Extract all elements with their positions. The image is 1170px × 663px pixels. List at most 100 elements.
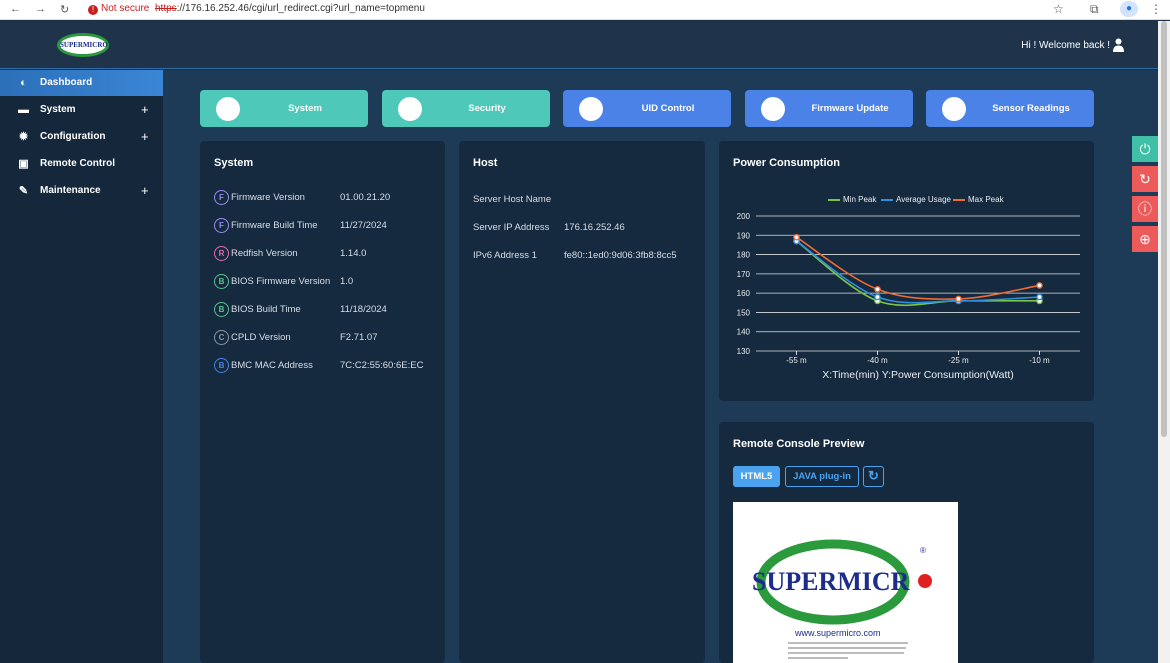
cpld-badge-icon: C [214, 330, 229, 345]
page-scrollbar[interactable] [1158, 21, 1170, 663]
dashboard-icon: ◐ [20, 77, 27, 89]
bmc-mac-address-row: B BMC MAC Address 7C:C2:55:60:6E:EC [214, 358, 444, 376]
data-point [955, 295, 962, 303]
bios-firmware-version-row: B BIOS Firmware Version 1.0 [214, 274, 444, 292]
x-tick-label: -55 m [786, 356, 807, 365]
y-tick-label: 160 [737, 289, 751, 298]
menu-icon[interactable]: ⋮ [1150, 2, 1162, 16]
remote-console-card: Remote Console Preview HTML5 JAVA plug-i… [719, 422, 1094, 663]
expand-icon[interactable]: + [141, 183, 149, 198]
x-tick-label: -40 m [867, 356, 888, 365]
terminal-icon: ▣ [18, 158, 29, 170]
supermicro-logo[interactable]: SUPERMICRO [57, 33, 109, 57]
java-plugin-button[interactable]: JAVA plug-in [785, 466, 859, 487]
host-card: Host Server Host Name Server IP Address … [459, 141, 705, 663]
system-card: System F Firmware Version 01.00.21.20 F … [200, 141, 445, 663]
firmware-version-row: F Firmware Version 01.00.21.20 [214, 190, 444, 208]
bmc-badge-icon: B [214, 358, 229, 373]
y-tick-label: 190 [737, 231, 751, 240]
y-tick-label: 170 [737, 270, 751, 279]
sidebar-item-dashboard[interactable]: ◐ Dashboard [0, 70, 163, 96]
splash-brand-text: SUPERMICR [752, 567, 910, 596]
console-card-title: Remote Console Preview [733, 438, 865, 450]
x-axis-title: X:Time(min) Y:Power Consumption(Watt) [822, 369, 1014, 381]
welcome-text: Hi ! Welcome back ! [1021, 40, 1110, 51]
refresh-icon[interactable]: ↻ [863, 466, 884, 487]
y-tick-label: 200 [737, 212, 751, 221]
globe-icon[interactable]: ⊕ [1132, 226, 1158, 252]
wrench-icon: ✎ [18, 185, 29, 197]
redfish-badge-icon: R [214, 246, 229, 261]
monitor-icon: ▬ [18, 104, 29, 116]
supermicro-splash-logo: SUPERMICR ® www.supermicro.com [752, 539, 932, 659]
warning-icon: ! [88, 5, 98, 15]
y-tick-label: 180 [737, 251, 751, 260]
firmware-badge-icon: F [214, 218, 229, 233]
registered-mark: ® [920, 546, 926, 555]
expand-icon[interactable]: + [141, 102, 149, 117]
sidebar: ◐ Dashboard ▬ System + ✹ Configuration +… [0, 70, 163, 663]
data-point [1036, 293, 1043, 301]
power-chart: 200 190 180 170 160 150 140 130 -55 m -40 m -25 m -… [737, 212, 1080, 381]
browser-toolbar: ← → ↻ ! Not secure https://176.16.252.46/… [0, 0, 1170, 20]
info-icon[interactable]: ⓘ [1132, 196, 1158, 222]
data-point [874, 293, 881, 301]
y-tick-label: 130 [737, 347, 751, 356]
link-icon [579, 97, 603, 121]
sidebar-item-maintenance[interactable]: ✎ Maintenance + [0, 178, 163, 204]
ipv6-address-row: IPv6 Address 1 fe80::1ed0:9d06:3fb8:8cc5 [473, 250, 677, 261]
sidebar-item-system[interactable]: ▬ System + [0, 97, 163, 123]
user-icon[interactable] [1113, 38, 1124, 52]
firmware-update-button[interactable]: Firmware Update [745, 90, 913, 127]
bios-build-time-row: B BIOS Build Time 11/18/2024 [214, 302, 444, 320]
html5-button[interactable]: HTML5 [733, 466, 780, 487]
reload-icon[interactable]: ↻ [60, 3, 69, 16]
x-tick-label: -10 m [1029, 356, 1050, 365]
main-content: System Security UID Control Firmware Upd… [163, 70, 1158, 663]
splash-website-text: www.supermicro.com [794, 628, 881, 638]
uid-control-button[interactable]: UID Control [563, 90, 731, 127]
cpld-version-row: C CPLD Version F2.71.07 [214, 330, 444, 348]
data-point [1036, 282, 1043, 289]
back-icon[interactable]: ← [10, 3, 21, 15]
system-card-title: System [214, 157, 254, 169]
security-quick-button[interactable]: Security [382, 90, 550, 127]
star-icon[interactable]: ☆ [1053, 2, 1064, 16]
not-secure-badge[interactable]: ! Not secure [88, 3, 149, 15]
series-line-min-peak [796, 240, 1040, 307]
extensions-icon[interactable]: ⧉ [1090, 2, 1099, 17]
redfish-version-row: R Redfish Version 1.14.0 [214, 246, 444, 264]
system-icon [216, 97, 240, 121]
firmware-badge-icon: F [214, 190, 229, 205]
x-tick-label: -25 m [948, 356, 969, 365]
host-card-title: Host [473, 157, 498, 169]
address-bar[interactable]: https://176.16.252.46/cgi/url_redirect.c… [155, 3, 425, 14]
sidebar-item-remote-control[interactable]: ▣ Remote Control [0, 151, 163, 177]
scrollbar-thumb[interactable] [1161, 21, 1167, 437]
power-consumption-card: Power Consumption Min Peak Average Usage… [719, 141, 1094, 401]
data-point [874, 285, 881, 293]
app-header: SUPERMICRO Hi ! Welcome back ! [0, 21, 1158, 69]
y-tick-label: 140 [737, 328, 751, 337]
security-icon [398, 97, 422, 121]
expand-icon[interactable]: + [141, 129, 149, 144]
data-point [793, 233, 800, 241]
bios-badge-icon: B [214, 302, 229, 317]
sidebar-item-configuration[interactable]: ✹ Configuration + [0, 124, 163, 150]
system-quick-button[interactable]: System [200, 90, 368, 127]
link-icon [942, 97, 966, 121]
sensor-readings-button[interactable]: Sensor Readings [926, 90, 1094, 127]
power-icon[interactable]: ⏻ [1132, 136, 1158, 162]
firmware-build-time-row: F Firmware Build Time 11/27/2024 [214, 218, 444, 236]
gear-icon: ✹ [18, 131, 29, 143]
server-ip-address-row: Server IP Address 176.16.252.46 [473, 222, 625, 233]
server-host-name-row: Server Host Name [473, 194, 552, 205]
reset-icon[interactable]: ↻ [1132, 166, 1158, 192]
forward-icon[interactable]: → [35, 3, 46, 15]
link-icon [761, 97, 785, 121]
y-tick-label: 150 [737, 308, 751, 317]
profile-icon[interactable]: ● [1120, 1, 1138, 17]
series-line-max-peak [796, 236, 1040, 300]
console-preview-image[interactable]: SUPERMICR ® www.supermicro.com [733, 502, 958, 663]
bios-badge-icon: B [214, 274, 229, 289]
